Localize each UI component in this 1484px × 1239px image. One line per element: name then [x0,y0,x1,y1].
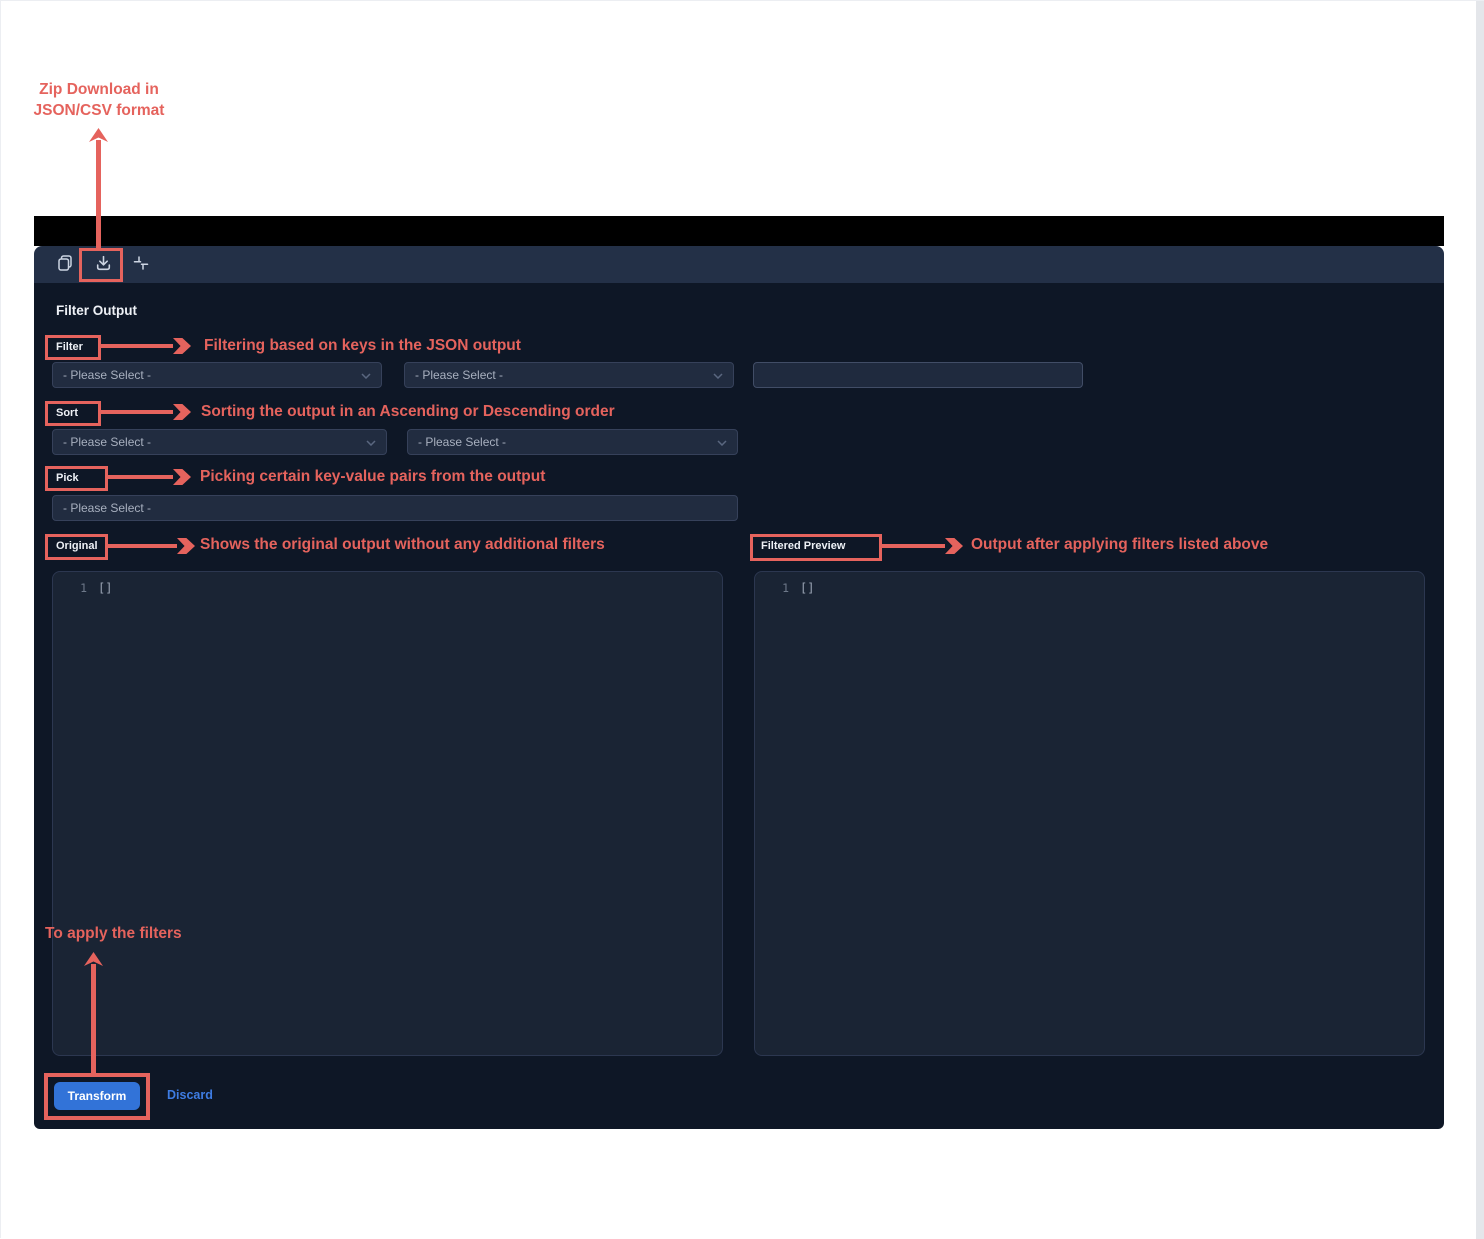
chevron-down-icon [713,368,723,382]
annotation-arrow-shaft [108,475,173,479]
annotation-arrow-shaft [101,410,173,414]
copy-icon [56,254,74,275]
annotation-arrow-shaft [108,544,177,548]
annotation-arrow-shaft [101,344,173,348]
editor-line: 1 [] [53,572,722,595]
sort-key-select[interactable]: - Please Select - [52,429,387,455]
annotation-arrow-shaft [91,964,96,1073]
select-value: - Please Select - [63,435,151,449]
discard-button[interactable]: Discard [167,1088,213,1102]
pick-select[interactable]: - Please Select - [52,495,738,521]
filter-key-select[interactable]: - Please Select - [52,362,382,388]
original-editor[interactable]: 1 [] [52,571,723,1056]
page-title: Filter Output [56,303,137,318]
select-value: - Please Select - [63,501,151,515]
window-titlebar [34,216,1444,246]
annotation-box-original [45,534,108,560]
annotation-box-transform [44,1073,150,1120]
annotation-box-filtered-preview [750,534,882,561]
annotation-sort: Sorting the output in an Ascending or De… [201,403,615,421]
filter-operator-select[interactable]: - Please Select - [404,362,734,388]
line-number: 1 [53,581,87,595]
annotation-original: Shows the original output without any ad… [200,536,605,554]
code-content: [] [98,581,112,595]
collapse-button[interactable] [124,250,158,280]
copy-button[interactable] [48,250,82,280]
code-content: [] [800,581,814,595]
editor-line: 1 [] [755,572,1424,595]
select-value: - Please Select - [63,368,151,382]
annotation-box-pick [45,466,108,491]
chevron-down-icon [717,435,727,449]
annotation-filter: Filtering based on keys in the JSON outp… [204,337,521,355]
annotation-filtered-preview: Output after applying filters listed abo… [971,536,1268,554]
chevron-down-icon [366,435,376,449]
annotation-zip-download: Zip Download in JSON/CSV format [19,79,179,121]
select-value: - Please Select - [418,435,506,449]
annotation-pick: Picking certain key-value pairs from the… [200,468,545,486]
collapse-icon [133,255,149,274]
chevron-down-icon [361,368,371,382]
annotation-box-sort [45,401,101,426]
toolbar [34,246,1444,283]
scrollbar[interactable] [1476,1,1484,1239]
select-value: - Please Select - [415,368,503,382]
annotation-arrow-shaft [882,544,945,548]
filter-value-input[interactable] [753,362,1083,388]
sort-order-select[interactable]: - Please Select - [407,429,738,455]
annotation-box-filter [45,335,101,360]
annotation-transform: To apply the filters [45,925,182,943]
filtered-preview-editor[interactable]: 1 [] [754,571,1425,1056]
annotation-arrow-shaft [96,140,101,249]
line-number: 1 [755,581,789,595]
annotation-box-download [79,248,123,282]
page: Filter Output Filter - Please Select - -… [0,0,1484,1238]
